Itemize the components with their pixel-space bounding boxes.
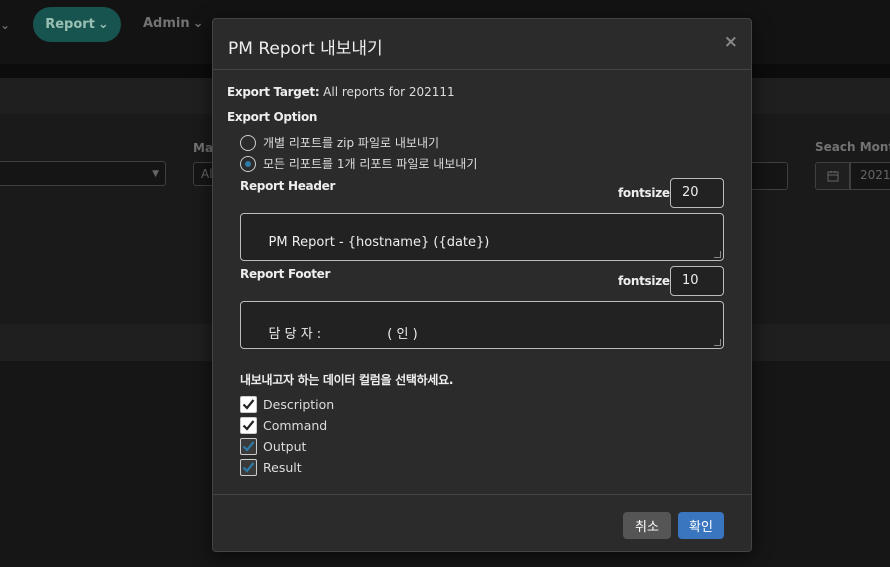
modal-header: PM Report 내보내기 × [213,19,751,70]
checkbox-label: Output [263,439,307,454]
checkbox-label: Command [263,418,328,433]
checkbox-description[interactable]: Description [240,396,334,413]
footer-fontsize-input[interactable]: 10 [670,266,724,296]
check-icon [242,399,255,410]
modal-title: PM Report 내보내기 [228,39,383,59]
check-icon [242,462,255,473]
radio-zip-export[interactable]: 개별 리포트를 zip 파일로 내보내기 [240,134,439,151]
radio-circle-selected[interactable] [240,155,256,172]
check-icon [242,441,255,452]
resize-handle[interactable] [714,339,721,346]
report-header-label: Report Header [240,179,336,193]
checkbox-box[interactable] [240,459,257,476]
close-icon[interactable]: × [724,32,738,52]
report-header-textarea[interactable]: PM Report - {hostname} ({date}) [240,213,724,261]
report-footer-label: Report Footer [240,267,331,281]
confirm-button[interactable]: 확인 [678,512,724,539]
check-icon [242,420,255,431]
resize-handle[interactable] [714,251,721,258]
export-option-label: Export Option [227,110,318,124]
checkbox-result[interactable]: Result [240,459,302,476]
checkbox-label: Result [263,460,302,475]
export-target-label: Export Target: [227,85,320,99]
header-fontsize-input[interactable]: 20 [670,178,724,208]
checkbox-box[interactable] [240,438,257,455]
radio-label: 개별 리포트를 zip 파일로 내보내기 [263,136,440,150]
radio-single-file-export[interactable]: 모든 리포트를 1개 리포트 파일로 내보내기 [240,155,477,172]
cancel-button[interactable]: 취소 [623,512,671,539]
checkbox-label: Description [263,397,335,412]
checkbox-output[interactable]: Output [240,438,306,455]
modal-footer: 취소 확인 [213,494,751,552]
radio-label: 모든 리포트를 1개 리포트 파일로 내보내기 [263,157,478,171]
checkbox-box[interactable] [240,417,257,434]
radio-circle[interactable] [240,134,256,151]
export-target-row: Export Target: All reports for 202111 [227,85,455,99]
footer-text: 담 당 자 : ( 인 ) [268,327,418,342]
checkbox-box[interactable] [240,396,257,413]
columns-instruction: 내보내고자 하는 데이터 컬럼을 선택하세요. [240,373,454,387]
export-modal: PM Report 내보내기 × Export Target: All repo… [212,18,752,552]
export-target-value: All reports for 202111 [323,85,455,99]
checkbox-command[interactable]: Command [240,417,327,434]
header-text: PM Report - {hostname} ({date}) [268,235,490,250]
report-footer-textarea[interactable]: 담 당 자 : ( 인 ) [240,301,724,349]
